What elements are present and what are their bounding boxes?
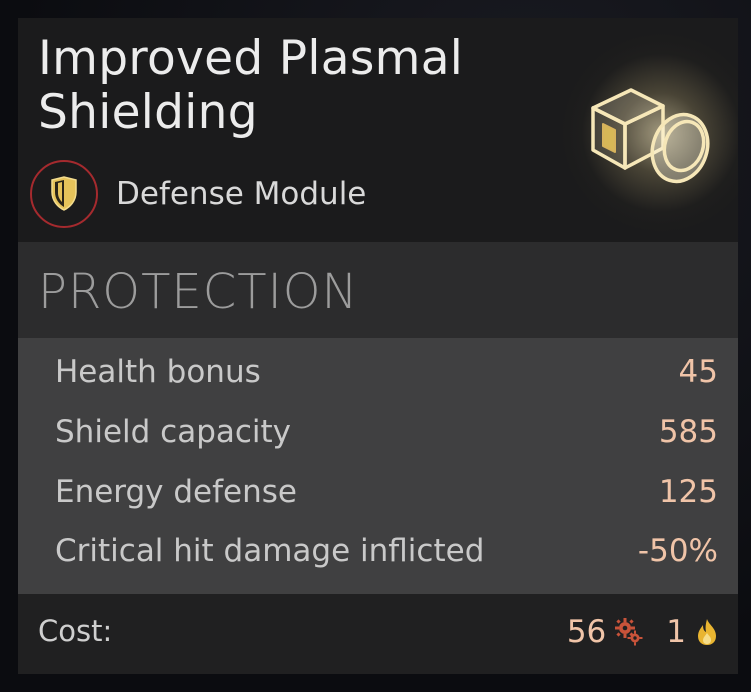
stat-label: Shield capacity [55, 414, 292, 450]
stat-label: Energy defense [55, 474, 297, 510]
tooltip-stage: Improved Plasmal Shielding Defense Modul… [0, 0, 751, 692]
item-title-line-1: Improved Plasmal [38, 31, 464, 86]
stat-label: Health bonus [55, 354, 261, 390]
item-type-label: Defense Module [116, 176, 367, 212]
section-header-protection: PROTECTION [18, 242, 738, 338]
shield-icon [30, 160, 98, 228]
section-title: PROTECTION [38, 264, 359, 320]
cost-label: Cost: [38, 614, 113, 648]
tooltip-header: Improved Plasmal Shielding Defense Modul… [18, 18, 738, 242]
module-tooltip-card: Improved Plasmal Shielding Defense Modul… [18, 18, 738, 674]
item-title: Improved Plasmal Shielding [38, 32, 598, 140]
stat-value: 125 [658, 474, 718, 510]
flame-icon [694, 617, 720, 647]
stat-value: -50% [637, 533, 718, 569]
stat-row-health-bonus: Health bonus 45 [18, 344, 738, 404]
gears-icon [614, 617, 644, 647]
item-type-row: Defense Module [30, 160, 367, 228]
item-title-line-2: Shielding [38, 85, 258, 140]
stat-row-energy-defense: Energy defense 125 [18, 464, 738, 524]
stats-list: Health bonus 45 Shield capacity 585 Ener… [18, 338, 738, 594]
stat-row-critical-hit-damage: Critical hit damage inflicted -50% [18, 523, 738, 583]
stat-value: 585 [658, 414, 718, 450]
stat-row-shield-capacity: Shield capacity 585 [18, 404, 738, 464]
industry-cost-value: 56 [566, 614, 607, 650]
cost-values: 56 1 [567, 612, 720, 652]
module-cube-icon [563, 28, 738, 238]
stat-label: Critical hit damage inflicted [55, 533, 485, 569]
stat-value: 45 [678, 354, 718, 390]
influence-cost-value: 1 [666, 614, 686, 650]
cost-footer: Cost: 56 1 [18, 594, 738, 674]
